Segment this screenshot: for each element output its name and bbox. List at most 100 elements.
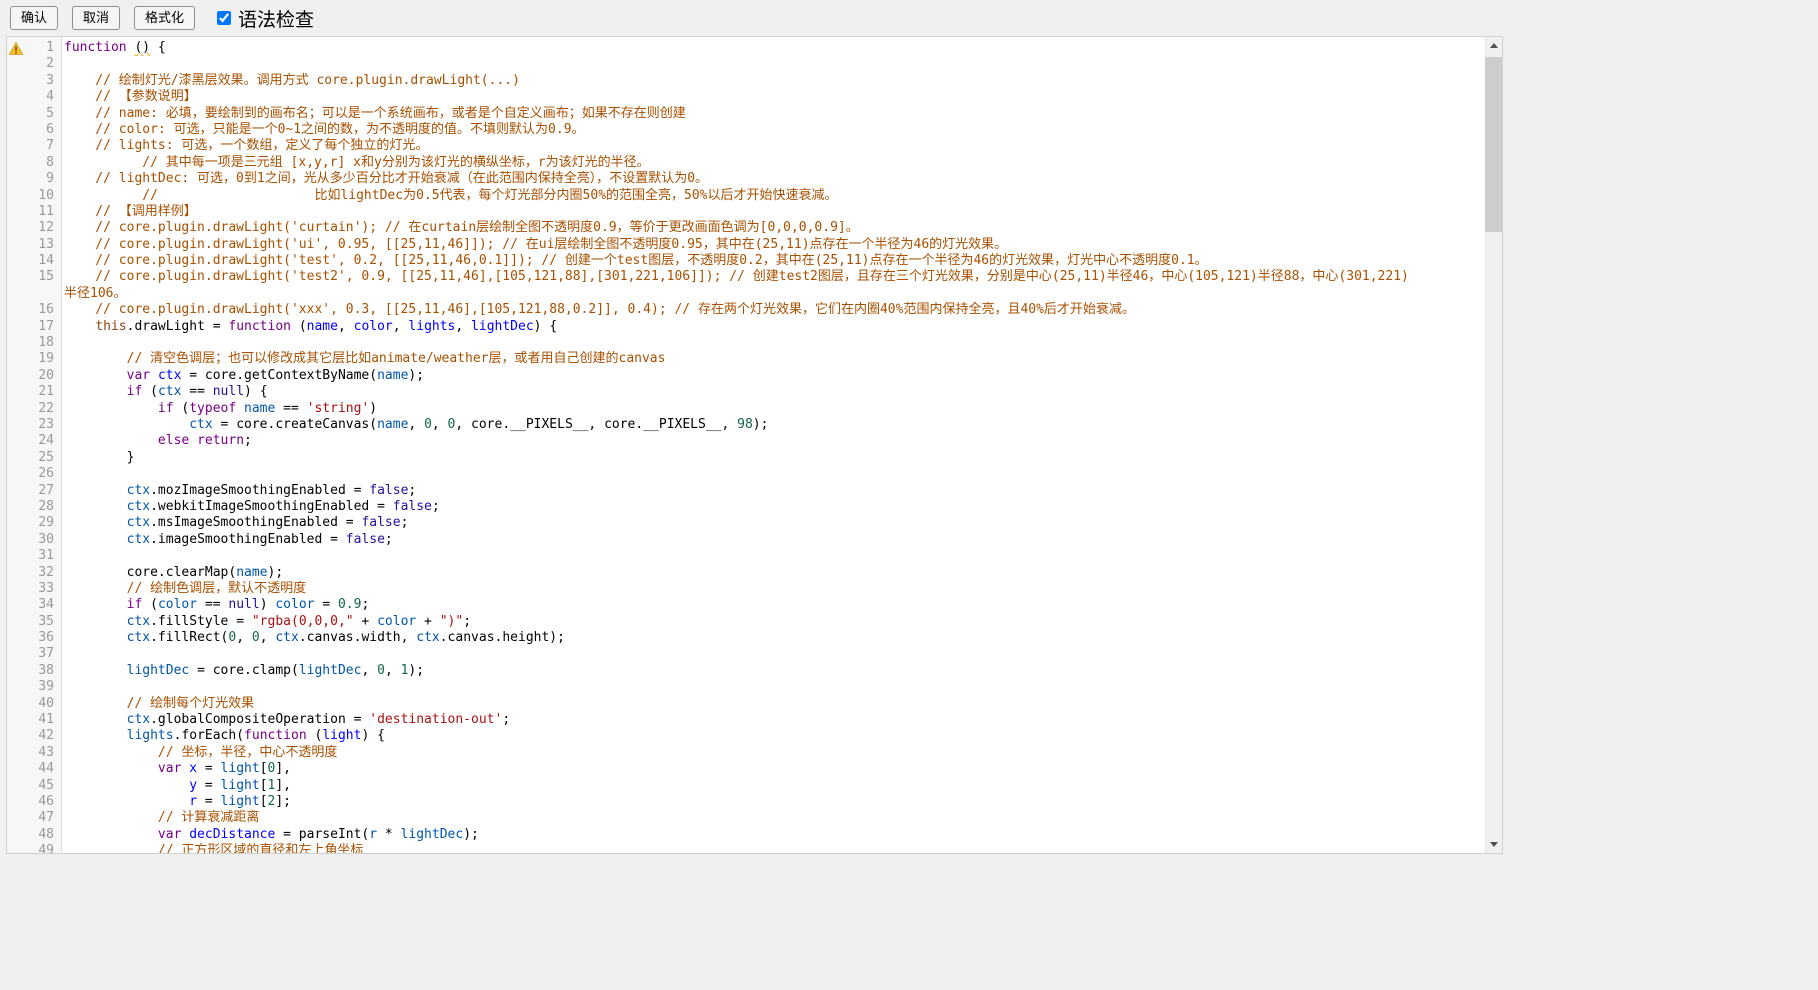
code-line[interactable]: 24 else return; [7, 433, 1485, 449]
line-number: 41 [25, 712, 58, 728]
code-text: ctx.globalCompositeOperation = 'destinat… [58, 712, 1485, 728]
gutter-marker [7, 384, 25, 400]
code-line[interactable]: 6 // color: 可选，只能是一个0~1之间的数，为不透明度的值。不填则默… [7, 122, 1485, 138]
code-line[interactable]: 2 [7, 56, 1485, 72]
gutter-marker [7, 253, 25, 269]
gutter-marker [7, 56, 25, 72]
code-line[interactable]: 20 var ctx = core.getContextByName(name)… [7, 368, 1485, 384]
code-line[interactable]: 13 // core.plugin.drawLight('ui', 0.95, … [7, 237, 1485, 253]
code-line[interactable]: 35 ctx.fillStyle = "rgba(0,0,0," + color… [7, 614, 1485, 630]
code-line[interactable]: 36 ctx.fillRect(0, 0, ctx.canvas.width, … [7, 630, 1485, 646]
code-line[interactable]: 46 r = light[2]; [7, 794, 1485, 810]
code-editor[interactable]: 1function () {23 // 绘制灯光/漆黑层效果。调用方式 core… [6, 36, 1503, 854]
gutter-marker [7, 630, 25, 646]
code-line[interactable]: 38 lightDec = core.clamp(lightDec, 0, 1)… [7, 663, 1485, 679]
code-line[interactable]: 7 // lights: 可选，一个数组，定义了每个独立的灯光。 [7, 138, 1485, 154]
code-text [58, 646, 1485, 662]
line-number: 8 [25, 155, 58, 171]
code-line[interactable]: 30 ctx.imageSmoothingEnabled = false; [7, 532, 1485, 548]
code-line[interactable]: 44 var x = light[0], [7, 761, 1485, 777]
code-line[interactable]: 12 // core.plugin.drawLight('curtain'); … [7, 220, 1485, 236]
code-text: // name: 必填，要绘制到的画布名；可以是一个系统画布，或者是个自定义画布… [58, 106, 1485, 122]
code-line[interactable]: 半径106。 [7, 286, 1485, 302]
code-text: // 绘制色调层，默认不透明度 [58, 581, 1485, 597]
code-line[interactable]: 11 // 【调用样例】 [7, 204, 1485, 220]
code-line[interactable]: 40 // 绘制每个灯光效果 [7, 696, 1485, 712]
code-line[interactable]: 19 // 清空色调层；也可以修改成其它层比如animate/weather层，… [7, 351, 1485, 367]
scroll-down-button[interactable] [1485, 836, 1502, 853]
cancel-button[interactable]: 取消 [72, 6, 120, 30]
code-line[interactable]: 45 y = light[1], [7, 778, 1485, 794]
gutter-marker [7, 696, 25, 712]
code-line[interactable]: 10 // 比如lightDec为0.5代表，每个灯光部分内圈50%的范围全亮，… [7, 188, 1485, 204]
code-text: // 计算衰减距离 [58, 810, 1485, 826]
code-line[interactable]: 34 if (color == null) color = 0.9; [7, 597, 1485, 613]
code-line[interactable]: 32 core.clearMap(name); [7, 565, 1485, 581]
code-line[interactable]: 18 [7, 335, 1485, 351]
code-line[interactable]: 49 // 正方形区域的直径和左上角坐标 [7, 843, 1485, 853]
code-text: // core.plugin.drawLight('test', 0.2, [[… [58, 253, 1485, 269]
code-text: // 【参数说明】 [58, 89, 1485, 105]
code-line[interactable]: 42 lights.forEach(function (light) { [7, 728, 1485, 744]
code-line[interactable]: 1function () { [7, 40, 1485, 56]
gutter-marker [7, 237, 25, 253]
code-line[interactable]: 41 ctx.globalCompositeOperation = 'desti… [7, 712, 1485, 728]
gutter-marker [7, 679, 25, 695]
scrollbar-thumb[interactable] [1485, 57, 1502, 232]
code-line[interactable]: 16 // core.plugin.drawLight('xxx', 0.3, … [7, 302, 1485, 318]
code-line[interactable]: 14 // core.plugin.drawLight('test', 0.2,… [7, 253, 1485, 269]
code-text [58, 466, 1485, 482]
code-line[interactable]: 43 // 坐标，半径，中心不透明度 [7, 745, 1485, 761]
gutter-marker [7, 778, 25, 794]
code-line[interactable]: 31 [7, 548, 1485, 564]
code-line[interactable]: 8 // 其中每一项是三元组 [x,y,r] x和y分别为该灯光的横纵坐标，r为… [7, 155, 1485, 171]
code-text: // core.plugin.drawLight('test2', 0.9, [… [58, 269, 1485, 285]
line-number: 9 [25, 171, 58, 187]
code-text: if (typeof name == 'string') [58, 401, 1485, 417]
code-line[interactable]: 29 ctx.msImageSmoothingEnabled = false; [7, 515, 1485, 531]
gutter-marker [7, 614, 25, 630]
line-number: 18 [25, 335, 58, 351]
code-line[interactable]: 27 ctx.mozImageSmoothingEnabled = false; [7, 483, 1485, 499]
code-text [58, 335, 1485, 351]
code-line[interactable]: 5 // name: 必填，要绘制到的画布名；可以是一个系统画布，或者是个自定义… [7, 106, 1485, 122]
code-text: // 清空色调层；也可以修改成其它层比如animate/weather层，或者用… [58, 351, 1485, 367]
code-line[interactable]: 47 // 计算衰减距离 [7, 810, 1485, 826]
code-line[interactable]: 23 ctx = core.createCanvas(name, 0, 0, c… [7, 417, 1485, 433]
code-text: // 其中每一项是三元组 [x,y,r] x和y分别为该灯光的横纵坐标，r为该灯… [58, 155, 1485, 171]
warning-icon[interactable] [7, 40, 25, 56]
code-line[interactable]: 21 if (ctx == null) { [7, 384, 1485, 400]
line-number [25, 286, 58, 302]
code-line[interactable]: 26 [7, 466, 1485, 482]
line-number: 29 [25, 515, 58, 531]
code-line[interactable]: 28 ctx.webkitImageSmoothingEnabled = fal… [7, 499, 1485, 515]
code-line[interactable]: 4 // 【参数说明】 [7, 89, 1485, 105]
line-number: 45 [25, 778, 58, 794]
line-number: 19 [25, 351, 58, 367]
code-line[interactable]: 3 // 绘制灯光/漆黑层效果。调用方式 core.plugin.drawLig… [7, 73, 1485, 89]
code-line[interactable]: 17 this.drawLight = function (name, colo… [7, 319, 1485, 335]
scroll-up-button[interactable] [1485, 37, 1502, 54]
code-line[interactable]: 37 [7, 646, 1485, 662]
vertical-scrollbar[interactable] [1485, 37, 1502, 853]
code-line[interactable]: 22 if (typeof name == 'string') [7, 401, 1485, 417]
code-line[interactable]: 39 [7, 679, 1485, 695]
line-number: 3 [25, 73, 58, 89]
format-button[interactable]: 格式化 [134, 6, 195, 30]
code-text: var decDistance = parseInt(r * lightDec)… [58, 827, 1485, 843]
code-line[interactable]: 25 } [7, 450, 1485, 466]
code-line[interactable]: 15 // core.plugin.drawLight('test2', 0.9… [7, 269, 1485, 285]
code-line[interactable]: 9 // lightDec: 可选，0到1之间，光从多少百分比才开始衰减（在此范… [7, 171, 1485, 187]
syntax-check-checkbox[interactable] [217, 11, 231, 25]
gutter-marker [7, 319, 25, 335]
code-scroller[interactable]: 1function () {23 // 绘制灯光/漆黑层效果。调用方式 core… [7, 37, 1485, 853]
code-line[interactable]: 48 var decDistance = parseInt(r * lightD… [7, 827, 1485, 843]
code-text: if (ctx == null) { [58, 384, 1485, 400]
gutter-marker [7, 843, 25, 853]
line-number: 37 [25, 646, 58, 662]
line-number: 40 [25, 696, 58, 712]
gutter-marker [7, 204, 25, 220]
code-line[interactable]: 33 // 绘制色调层，默认不透明度 [7, 581, 1485, 597]
gutter-marker [7, 220, 25, 236]
confirm-button[interactable]: 确认 [10, 6, 58, 30]
